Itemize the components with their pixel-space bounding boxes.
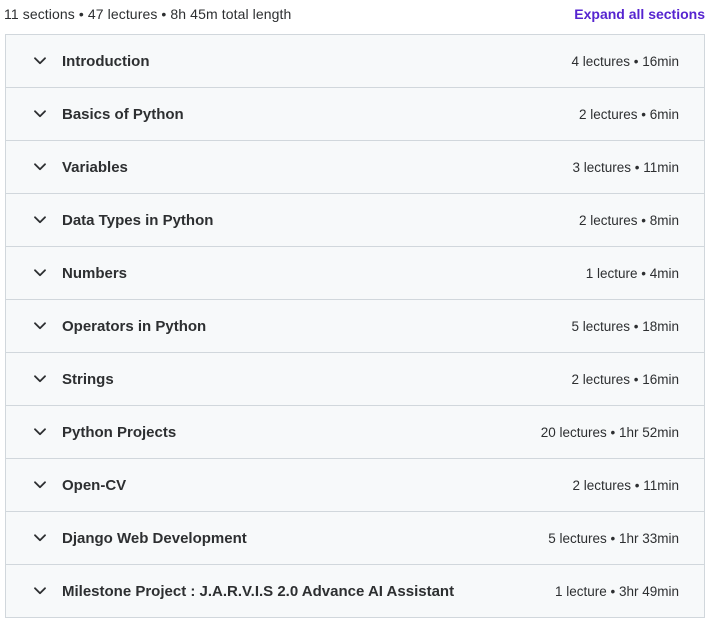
chevron-down-icon	[34, 267, 46, 279]
section-title: Open-CV	[62, 476, 127, 494]
section-title: Basics of Python	[62, 105, 184, 123]
chevron-down-icon	[34, 161, 46, 173]
chevron-down-icon	[34, 55, 46, 67]
curriculum-section[interactable]: Introduction 4 lectures • 16min	[6, 35, 704, 88]
section-title: Data Types in Python	[62, 211, 214, 229]
expand-all-sections-button[interactable]: Expand all sections	[574, 6, 705, 22]
section-lecture-info: 3 lectures • 11min	[572, 159, 679, 175]
curriculum-section[interactable]: Django Web Development 5 lectures • 1hr …	[6, 512, 704, 565]
curriculum-summary: 11 sections • 47 lectures • 8h 45m total…	[4, 6, 292, 22]
curriculum-section[interactable]: Basics of Python 2 lectures • 6min	[6, 88, 704, 141]
chevron-down-icon	[34, 214, 46, 226]
section-lecture-info: 2 lectures • 6min	[578, 106, 679, 122]
section-title: Python Projects	[62, 423, 177, 441]
chevron-down-icon	[34, 532, 46, 544]
section-title: Numbers	[62, 264, 128, 282]
section-lecture-info: 1 lecture • 3hr 49min	[554, 583, 679, 599]
curriculum-section[interactable]: Variables 3 lectures • 11min	[6, 141, 704, 194]
chevron-down-icon	[34, 320, 46, 332]
curriculum-section[interactable]: Open-CV 2 lectures • 11min	[6, 459, 704, 512]
curriculum-section[interactable]: Numbers 1 lecture • 4min	[6, 247, 704, 300]
section-lecture-info: 20 lectures • 1hr 52min	[540, 424, 679, 440]
section-title: Variables	[62, 158, 128, 176]
chevron-down-icon	[34, 373, 46, 385]
section-title: Strings	[62, 370, 114, 388]
chevron-down-icon	[34, 479, 46, 491]
chevron-down-icon	[34, 108, 46, 120]
section-title: Django Web Development	[62, 529, 247, 547]
section-lecture-info: 1 lecture • 4min	[585, 265, 679, 281]
section-lecture-info: 4 lectures • 16min	[571, 53, 679, 69]
curriculum-section[interactable]: Strings 2 lectures • 16min	[6, 353, 704, 406]
chevron-down-icon	[34, 426, 46, 438]
curriculum-section[interactable]: Operators in Python 5 lectures • 18min	[6, 300, 704, 353]
section-title: Milestone Project : J.A.R.V.I.S 2.0 Adva…	[62, 582, 455, 600]
curriculum-sections-list: Introduction 4 lectures • 16min Basics o…	[5, 34, 705, 618]
section-lecture-info: 2 lectures • 8min	[578, 212, 679, 228]
curriculum-header: 11 sections • 47 lectures • 8h 45m total…	[0, 0, 710, 28]
section-title: Operators in Python	[62, 317, 207, 335]
section-lecture-info: 5 lectures • 18min	[571, 318, 679, 334]
section-lecture-info: 2 lectures • 11min	[572, 477, 679, 493]
section-lecture-info: 2 lectures • 16min	[571, 371, 679, 387]
curriculum-section[interactable]: Data Types in Python 2 lectures • 8min	[6, 194, 704, 247]
chevron-down-icon	[34, 585, 46, 597]
section-lecture-info: 5 lectures • 1hr 33min	[548, 530, 679, 546]
curriculum-section[interactable]: Python Projects 20 lectures • 1hr 52min	[6, 406, 704, 459]
section-title: Introduction	[62, 52, 150, 70]
curriculum-section[interactable]: Milestone Project : J.A.R.V.I.S 2.0 Adva…	[6, 565, 704, 617]
